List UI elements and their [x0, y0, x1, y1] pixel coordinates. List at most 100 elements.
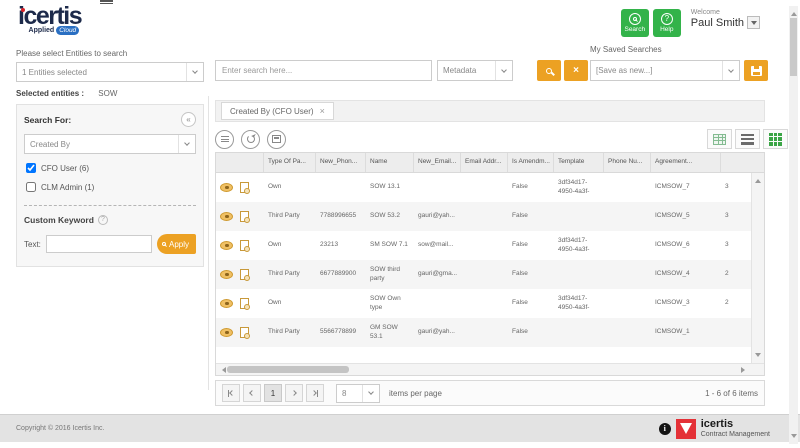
export-button[interactable] — [267, 129, 286, 149]
search-nav-button[interactable]: Search — [620, 9, 649, 37]
chevron-down-icon — [495, 61, 512, 80]
keyword-text-input[interactable] — [45, 235, 152, 253]
scroll-right-icon[interactable] — [741, 367, 748, 373]
grid-view-icon — [769, 132, 782, 146]
saved-searches-label: My Saved Searches — [590, 45, 662, 54]
user-name: Paul Smith — [690, 16, 744, 29]
chevron-down-icon — [750, 20, 757, 25]
column-list-button[interactable] — [215, 129, 234, 149]
chevron-down-icon — [362, 384, 379, 402]
view-icon[interactable] — [220, 270, 233, 279]
page-size-dropdown[interactable]: 8 — [336, 383, 380, 403]
page-vertical-scrollbar[interactable] — [789, 6, 798, 444]
save-search-button[interactable] — [744, 60, 768, 81]
document-preview-icon[interactable] — [240, 211, 250, 223]
view-icon[interactable] — [220, 212, 233, 221]
entities-dropdown[interactable]: 1 Entities selected — [16, 62, 204, 82]
scroll-up-icon[interactable] — [790, 9, 797, 16]
document-preview-icon[interactable] — [240, 327, 250, 339]
document-preview-icon[interactable] — [240, 298, 250, 310]
column-header[interactable]: Type Of Pa... — [264, 153, 316, 172]
list-view-button[interactable] — [735, 129, 760, 149]
app-footer: Copyright © 2016 Icertis Inc. i icertis … — [0, 414, 800, 442]
refresh-button[interactable] — [241, 129, 260, 149]
hamburger-menu-icon[interactable] — [100, 0, 113, 4]
sidebar-divider — [208, 96, 209, 390]
first-page-button[interactable] — [222, 384, 240, 402]
facet-dropdown[interactable]: Created By — [24, 134, 196, 154]
column-header[interactable]: Phone Nu... — [604, 153, 651, 172]
clear-search-button[interactable]: × — [564, 60, 588, 81]
pagination-bar: 1 8 items per page 1 - 6 of 6 items — [215, 380, 765, 406]
chip-close-icon[interactable]: × — [320, 107, 325, 116]
table-row[interactable]: Third Party 7788996655 SOW 53.2 gauri@ya… — [216, 202, 752, 231]
entities-select-label: Please select Entities to search — [16, 49, 128, 58]
table-row[interactable]: Own SOW 13.1 False 3df34d17-4950-4a3f- I… — [216, 173, 752, 202]
search-scope-dropdown[interactable]: Metadata — [437, 60, 513, 81]
view-icon[interactable] — [220, 183, 233, 192]
search-icon — [161, 242, 166, 246]
saved-searches-dropdown[interactable]: [Save as new...] — [590, 60, 740, 81]
chevron-down-icon — [186, 63, 203, 81]
table-view-icon — [713, 133, 726, 145]
last-page-button[interactable] — [306, 384, 324, 402]
next-page-button[interactable] — [285, 384, 303, 402]
grid-view-button[interactable] — [763, 129, 788, 149]
chevron-down-icon — [722, 61, 739, 80]
scroll-down-icon[interactable] — [790, 434, 797, 441]
search-input[interactable] — [215, 60, 432, 81]
table-row[interactable]: Own SOW Own type False 3df34d17-4950-4a3… — [216, 289, 752, 318]
info-icon[interactable]: i — [658, 422, 671, 435]
divider — [24, 205, 196, 206]
scroll-left-icon[interactable] — [219, 367, 226, 373]
view-icon[interactable] — [220, 241, 233, 250]
column-header[interactable]: Template — [554, 153, 604, 172]
table-row[interactable]: Third Party 5566778899 GM SOW 53.1 gauri… — [216, 318, 752, 347]
filter-chip[interactable]: Created By (CFO User) × — [221, 102, 334, 120]
document-preview-icon[interactable] — [240, 269, 250, 281]
view-icon[interactable] — [220, 299, 233, 308]
table-row[interactable]: Third Party 6677889900 SOW third party g… — [216, 260, 752, 289]
search-for-title: Search For: — [24, 114, 72, 125]
column-header[interactable]: New_Phon... — [316, 153, 366, 172]
apply-button[interactable]: Apply — [156, 234, 196, 254]
document-preview-icon[interactable] — [240, 182, 250, 194]
table-view-button[interactable] — [707, 129, 732, 149]
current-page-button[interactable]: 1 — [264, 384, 282, 402]
table-horizontal-scrollbar[interactable] — [216, 363, 764, 375]
search-icon — [628, 13, 641, 25]
table-body: Own SOW 13.1 False 3df34d17-4950-4a3f- I… — [216, 173, 752, 363]
search-icon — [546, 67, 552, 74]
facet-checkbox[interactable] — [26, 182, 36, 192]
previous-page-button[interactable] — [243, 384, 261, 402]
footer-brand: i icertis Contract Management — [658, 418, 784, 439]
column-header[interactable]: New_Email... — [414, 153, 461, 172]
table-row[interactable]: Own 23213 SM SOW 7.1 sow@mail... False 3… — [216, 231, 752, 260]
items-per-page-label: items per page — [389, 388, 442, 398]
column-header[interactable]: Agreement... — [651, 153, 721, 172]
help-button[interactable]: ? Help — [652, 9, 681, 37]
chevron-down-icon — [178, 135, 195, 153]
help-icon: ? — [660, 13, 673, 25]
view-icon[interactable] — [220, 328, 233, 337]
welcome-label: Welcome — [690, 9, 720, 16]
filter-chip-bar: Created By (CFO User) × — [215, 100, 765, 122]
document-preview-icon[interactable] — [240, 240, 250, 252]
facet-checkbox[interactable] — [26, 163, 36, 173]
scroll-up-icon[interactable] — [755, 176, 761, 183]
facet-option-cfo-user: CFO User (6) — [26, 163, 194, 173]
scrollbar-thumb[interactable] — [227, 366, 349, 373]
scroll-down-icon[interactable] — [755, 353, 761, 360]
keyword-help-icon[interactable]: ? — [97, 215, 108, 225]
column-header[interactable]: Name — [366, 153, 414, 172]
column-header[interactable]: Is Amendm... — [508, 153, 554, 172]
scrollbar-thumb[interactable] — [790, 18, 797, 76]
footer-logo-text: icertis — [700, 418, 734, 431]
collapse-panel-button[interactable]: « — [181, 112, 196, 127]
table-header: Type Of Pa... New_Phon... Name New_Email… — [216, 153, 764, 173]
column-header[interactable]: Email Addr... — [461, 153, 508, 172]
run-search-button[interactable] — [537, 60, 561, 81]
user-menu-button[interactable] — [747, 16, 760, 29]
results-table: Type Of Pa... New_Phon... Name New_Email… — [215, 152, 765, 376]
table-vertical-scrollbar[interactable] — [751, 173, 764, 363]
